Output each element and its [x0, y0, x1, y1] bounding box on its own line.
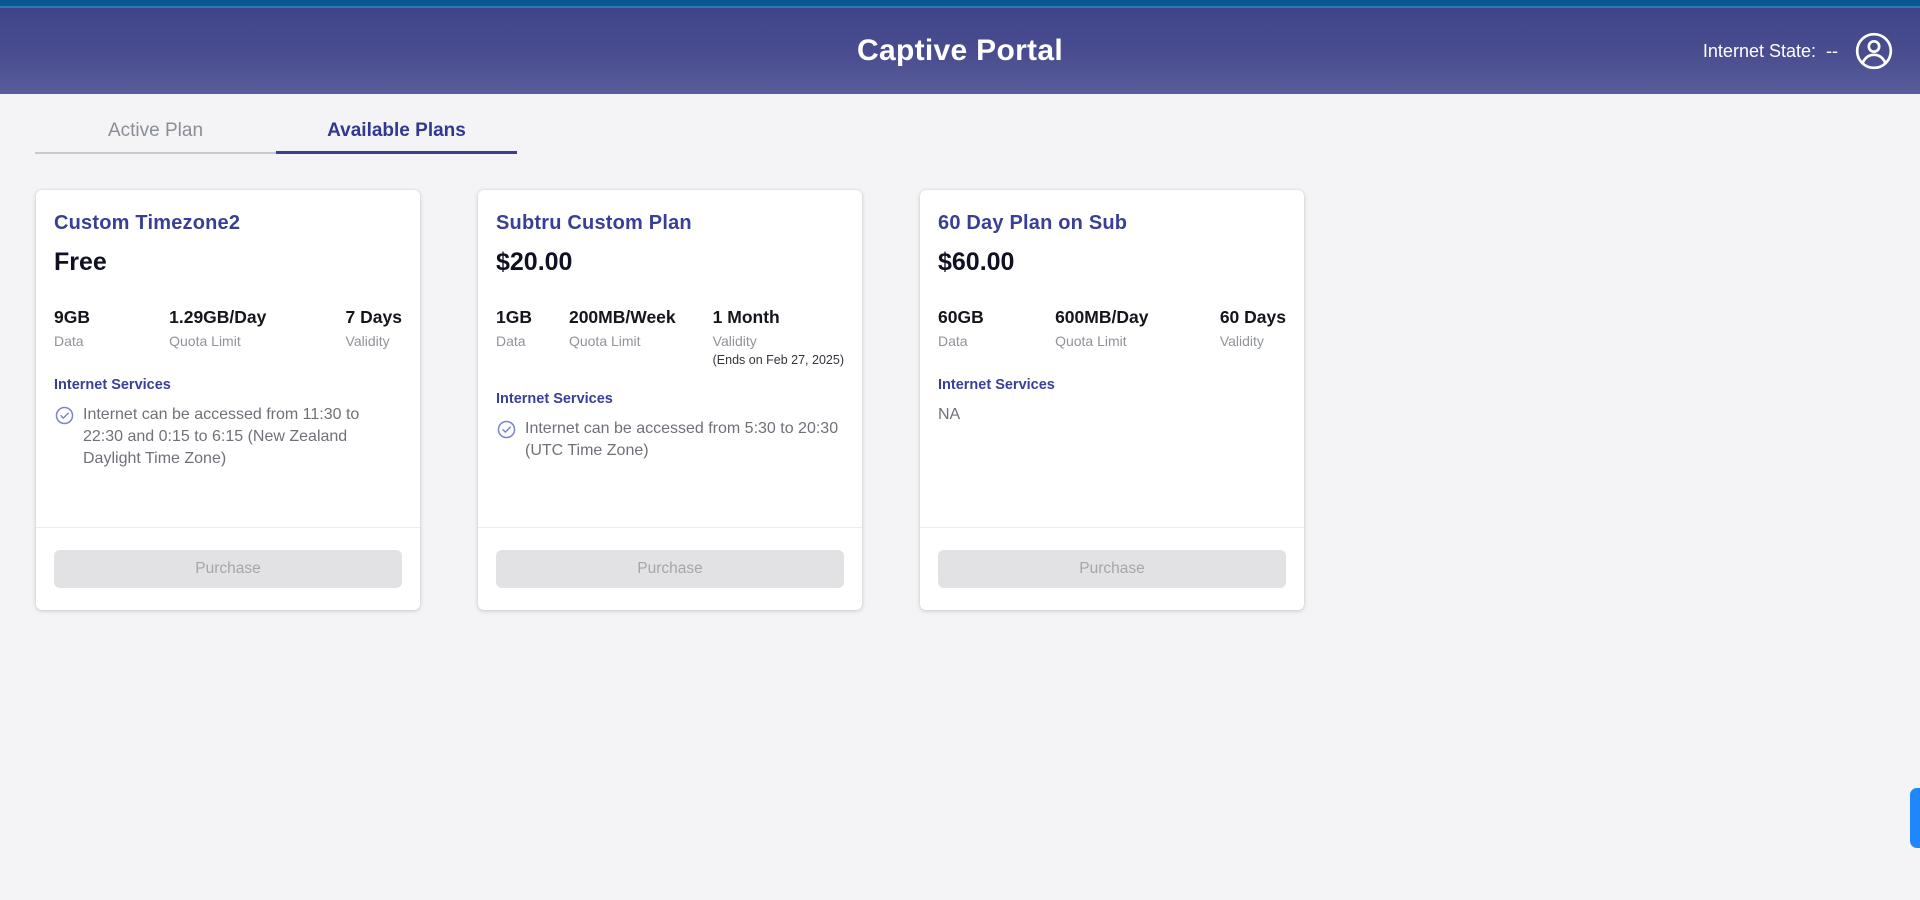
tab-available-plans[interactable]: Available Plans [276, 110, 517, 154]
stat-label: Data [938, 333, 984, 349]
tab-active-plan[interactable]: Active Plan [35, 110, 276, 154]
stat-value: 60 Days [1220, 307, 1286, 328]
plan-card-body: 60 Day Plan on Sub $60.00 60GB Data 600M… [920, 190, 1304, 527]
plan-card-footer: Purchase [36, 528, 420, 610]
tab-label: Available Plans [327, 120, 466, 142]
service-text: Internet can be accessed from 5:30 to 20… [525, 418, 844, 462]
stat-validity: 7 Days Validity [346, 307, 402, 353]
plan-card-body: Subtru Custom Plan $20.00 1GB Data 200MB… [478, 190, 862, 527]
stat-value: 1 Month [713, 307, 844, 328]
plan-tabs: Active Plan Available Plans [35, 110, 1920, 154]
app-header: Captive Portal Internet State: -- [0, 8, 1920, 94]
stat-value: 7 Days [346, 307, 402, 328]
stat-data: 1GB Data [496, 307, 532, 367]
stat-data: 60GB Data [938, 307, 984, 353]
stat-value: 60GB [938, 307, 984, 328]
internet-state-label: Internet State: [1703, 41, 1816, 62]
internet-services-heading: Internet Services [938, 377, 1286, 393]
stat-validity: 60 Days Validity [1220, 307, 1286, 353]
plan-price: Free [54, 248, 402, 277]
service-row: NA [938, 404, 1286, 426]
plan-stats: 1GB Data 200MB/Week Quota Limit 1 Month … [496, 307, 844, 367]
available-plans-list: Custom Timezone2 Free 9GB Data 1.29GB/Da… [36, 190, 1920, 610]
stat-label: Data [496, 333, 532, 349]
stat-value: 9GB [54, 307, 90, 328]
internet-services-heading: Internet Services [496, 391, 844, 407]
plan-name: Subtru Custom Plan [496, 212, 844, 235]
plan-name: Custom Timezone2 [54, 212, 402, 235]
plan-card: Subtru Custom Plan $20.00 1GB Data 200MB… [478, 190, 862, 610]
plan-stats: 60GB Data 600MB/Day Quota Limit 60 Days … [938, 307, 1286, 353]
plan-card-footer: Purchase [920, 528, 1304, 610]
stat-label: Validity [346, 333, 402, 349]
purchase-button[interactable]: Purchase [938, 550, 1286, 588]
service-row: Internet can be accessed from 11:30 to 2… [54, 404, 402, 470]
plan-stats: 9GB Data 1.29GB/Day Quota Limit 7 Days V… [54, 307, 402, 353]
stat-quota: 200MB/Week Quota Limit [569, 307, 676, 367]
internet-state-value: -- [1826, 41, 1838, 62]
account-circle-icon[interactable] [1854, 31, 1894, 71]
stat-label: Data [54, 333, 90, 349]
internet-services-heading: Internet Services [54, 377, 402, 393]
header-right-section: Internet State: -- [1703, 8, 1894, 94]
plan-name: 60 Day Plan on Sub [938, 212, 1286, 235]
stat-value: 600MB/Day [1055, 307, 1148, 328]
stat-quota: 1.29GB/Day Quota Limit [169, 307, 266, 353]
stat-label: Quota Limit [1055, 333, 1148, 349]
service-row: Internet can be accessed from 5:30 to 20… [496, 418, 844, 462]
top-accent-strip [0, 0, 1920, 8]
internet-state: Internet State: -- [1703, 41, 1838, 62]
stat-value: 1.29GB/Day [169, 307, 266, 328]
purchase-button[interactable]: Purchase [54, 550, 402, 588]
scrollbar-thumb[interactable] [1910, 788, 1920, 848]
stat-label: Validity [1220, 333, 1286, 349]
plan-price: $60.00 [938, 248, 1286, 277]
plan-card-footer: Purchase [478, 528, 862, 610]
validity-note: (Ends on Feb 27, 2025) [713, 353, 844, 367]
stat-validity: 1 Month Validity (Ends on Feb 27, 2025) [713, 307, 844, 367]
stat-value: 1GB [496, 307, 532, 328]
plan-card-body: Custom Timezone2 Free 9GB Data 1.29GB/Da… [36, 190, 420, 527]
plan-card: 60 Day Plan on Sub $60.00 60GB Data 600M… [920, 190, 1304, 610]
stat-value: 200MB/Week [569, 307, 676, 328]
service-text: Internet can be accessed from 11:30 to 2… [83, 404, 402, 470]
stat-data: 9GB Data [54, 307, 90, 353]
check-circle-icon [54, 405, 75, 426]
tab-label: Active Plan [108, 120, 203, 142]
stat-label: Quota Limit [569, 333, 676, 349]
plan-card: Custom Timezone2 Free 9GB Data 1.29GB/Da… [36, 190, 420, 610]
page-title: Captive Portal [857, 34, 1063, 68]
purchase-button[interactable]: Purchase [496, 550, 844, 588]
plan-price: $20.00 [496, 248, 844, 277]
service-text: NA [938, 404, 960, 426]
stat-label: Quota Limit [169, 333, 266, 349]
check-circle-icon [496, 419, 517, 440]
stat-label: Validity [713, 333, 844, 349]
stat-quota: 600MB/Day Quota Limit [1055, 307, 1148, 353]
